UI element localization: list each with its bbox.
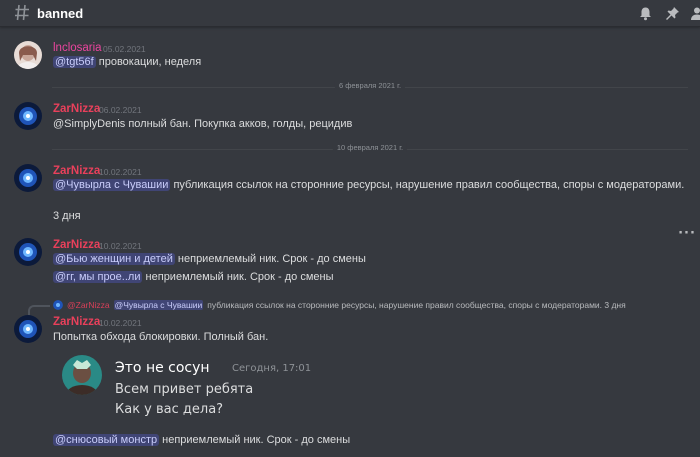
reply-author[interactable]: @ZarNizza bbox=[67, 300, 110, 310]
message-text: @SimplyDenis полный бан. Покупка акков, … bbox=[53, 118, 353, 130]
avatar[interactable] bbox=[14, 41, 42, 69]
user-mention[interactable]: @снюсовый монстр bbox=[53, 434, 160, 446]
user-mention[interactable]: @гг, мы прое..ли bbox=[53, 271, 143, 283]
message-text: @снюсовый монстр неприемлемый ник. Срок … bbox=[53, 434, 351, 446]
date-divider: 6 февраля 2021 г. bbox=[52, 81, 688, 90]
reply-connector bbox=[28, 305, 50, 315]
embed-avatar bbox=[62, 355, 102, 395]
message-text: 3 дня bbox=[53, 210, 81, 222]
date-divider-label: 10 февраля 2021 г. bbox=[332, 143, 408, 152]
user-mention[interactable]: @Чувырла с Чувашии bbox=[53, 179, 171, 191]
message-text: Попытка обхода блокировки. Полный бан. bbox=[53, 331, 269, 343]
avatar[interactable] bbox=[14, 164, 42, 192]
avatar[interactable] bbox=[14, 102, 42, 130]
members-icon[interactable] bbox=[690, 6, 700, 21]
embed-author-name: Это не сосун bbox=[115, 360, 210, 376]
date-divider: 10 февраля 2021 г. bbox=[52, 143, 688, 152]
bell-icon[interactable] bbox=[638, 6, 653, 21]
timestamp: 10.02.2021 bbox=[99, 318, 142, 328]
channel-name: banned bbox=[37, 6, 84, 21]
reply-text: публикация ссылок на сторонние ресурсы, … bbox=[207, 300, 626, 310]
hash-icon bbox=[15, 4, 29, 21]
reply-avatar bbox=[53, 300, 63, 310]
avatar[interactable] bbox=[14, 238, 42, 266]
author-name[interactable]: ZarNizza bbox=[53, 239, 100, 251]
user-mention[interactable]: @Бью женщин и детей bbox=[53, 253, 175, 265]
embed-timestamp: Сегодня, 17:01 bbox=[232, 363, 312, 374]
channel-header: banned bbox=[0, 0, 700, 27]
date-divider-label: 6 февраля 2021 г. bbox=[334, 81, 406, 90]
user-mention[interactable]: @Чувырла с Чувашии bbox=[113, 300, 204, 310]
reply-reference[interactable]: @ZarNizza @Чувырла с Чувашии публикация … bbox=[53, 298, 626, 312]
author-name[interactable]: ZarNizza bbox=[53, 316, 100, 328]
embed-text: Всем привет ребята bbox=[115, 382, 254, 397]
timestamp: 06.02.2021 bbox=[99, 105, 142, 115]
message-text: @Бью женщин и детей неприемлемый ник. Ср… bbox=[53, 253, 366, 265]
timestamp: 10.02.2021 bbox=[99, 167, 142, 177]
message-text: @гг, мы прое..ли неприемлемый ник. Срок … bbox=[53, 271, 334, 283]
author-name[interactable]: ZarNizza bbox=[53, 165, 100, 177]
avatar[interactable] bbox=[14, 315, 42, 343]
message-text: @tgt56f провокации, неделя bbox=[53, 56, 202, 68]
embed-text: Как у вас дела? bbox=[115, 402, 224, 417]
author-name[interactable]: ZarNizza bbox=[53, 103, 100, 115]
timestamp: 10.02.2021 bbox=[99, 241, 142, 251]
timestamp: 05.02.2021 bbox=[103, 44, 146, 54]
author-name[interactable]: lnclosaria bbox=[53, 42, 102, 54]
message-text: @Чувырла с Чувашии публикация ссылок на … bbox=[53, 179, 685, 191]
more-options-button[interactable]: ··· bbox=[676, 227, 698, 244]
user-mention[interactable]: @tgt56f bbox=[53, 56, 96, 68]
pin-icon[interactable] bbox=[665, 6, 680, 21]
